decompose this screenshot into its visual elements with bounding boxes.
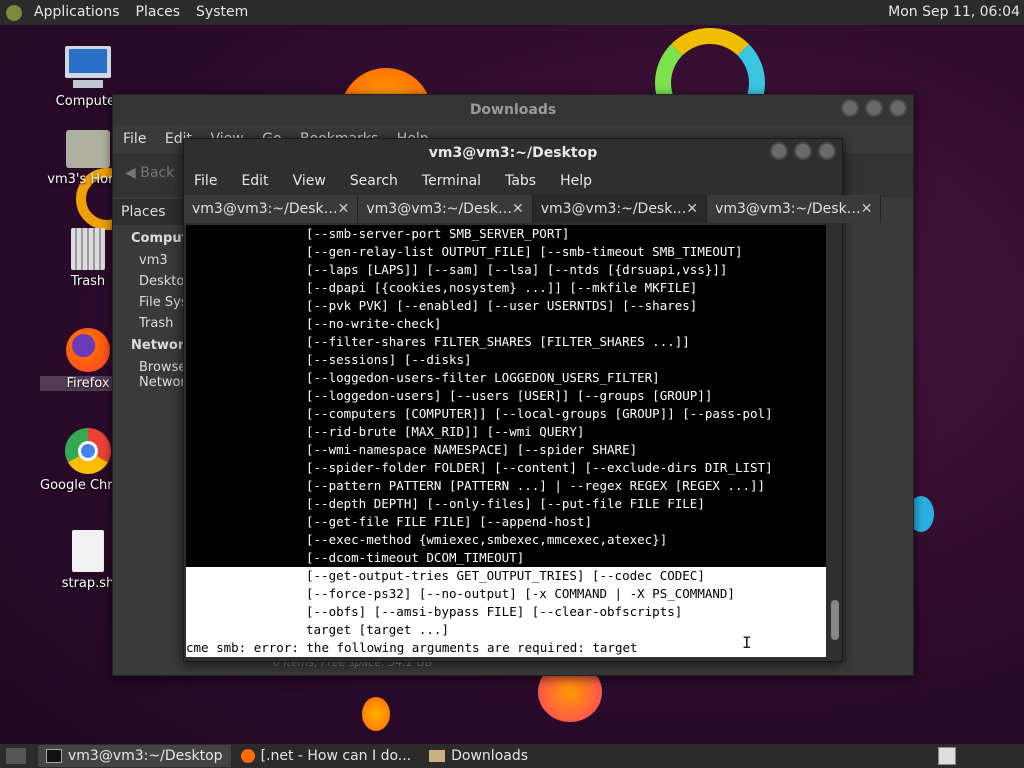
terminal-line: [--dcom-timeout DCOM_TIMEOUT]: [306, 550, 525, 565]
applications-menu[interactable]: Applications: [30, 0, 124, 25]
system-menu[interactable]: System: [192, 0, 252, 25]
tab-label: vm3@vm3:~/Desk…: [540, 201, 687, 217]
text-cursor-icon: I: [742, 633, 752, 652]
show-desktop-icon[interactable]: [6, 748, 26, 764]
menu-edit[interactable]: Edit: [241, 167, 268, 195]
terminal-line: [--wmi-namespace NAMESPACE] [--spider SH…: [306, 442, 638, 457]
menu-help[interactable]: Help: [560, 167, 592, 195]
terminal-scrollbar[interactable]: [828, 225, 842, 657]
close-button[interactable]: [818, 142, 836, 160]
task-label: Downloads: [451, 748, 529, 764]
home-folder-icon: [66, 130, 110, 168]
terminal-icon: [46, 749, 62, 763]
clock[interactable]: Mon Sep 11, 06:04: [888, 0, 1020, 25]
places-menu[interactable]: Places: [132, 0, 185, 25]
close-icon[interactable]: ✕: [686, 201, 698, 217]
folder-icon: [429, 750, 446, 762]
bottom-panel: vm3@vm3:~/Desktop [.net - How can I do..…: [0, 744, 1024, 768]
close-icon[interactable]: ✕: [861, 201, 873, 217]
terminal-line: [--computers [COMPUTER]] [--local-groups…: [306, 406, 773, 421]
terminal-titlebar[interactable]: vm3@vm3:~/Desktop: [184, 139, 842, 167]
terminal-line: [--pvk PVK] [--enabled] [--user USERNTDS…: [306, 298, 698, 313]
back-arrow-icon: ◀: [125, 165, 141, 181]
downloads-titlebar[interactable]: Downloads: [113, 95, 913, 125]
menu-view[interactable]: View: [293, 167, 326, 195]
terminal-tab-2[interactable]: vm3@vm3:~/Desk… ✕: [358, 195, 533, 223]
terminal-tab-1[interactable]: vm3@vm3:~/Desk… ✕: [184, 195, 359, 223]
terminal-line: [--get-file FILE FILE] [--append-host]: [306, 514, 592, 529]
menu-tabs[interactable]: Tabs: [505, 167, 536, 195]
task-label: [.net - How can I do...: [260, 748, 412, 764]
close-button[interactable]: [889, 99, 907, 117]
workspace-switcher[interactable]: [938, 747, 956, 765]
decorative-blob-small: [362, 697, 390, 731]
firefox-icon: [66, 328, 110, 372]
maximize-button[interactable]: [865, 99, 883, 117]
computer-icon: [65, 46, 111, 90]
terminal-line: [--filter-shares FILTER_SHARES [FILTER_S…: [306, 334, 690, 349]
menu-search[interactable]: Search: [350, 167, 398, 195]
back-button[interactable]: ◀ Back: [125, 165, 174, 181]
terminal-line: [--dpapi [{cookies,nosystem} ...]] [--mk…: [306, 280, 698, 295]
tab-label: vm3@vm3:~/Desk…: [192, 201, 338, 217]
terminal-line: [--sessions] [--disks]: [306, 352, 472, 367]
task-downloads[interactable]: Downloads: [421, 745, 536, 767]
task-firefox[interactable]: [.net - How can I do...: [233, 745, 420, 767]
menu-file[interactable]: File: [194, 167, 217, 195]
maximize-button[interactable]: [794, 142, 812, 160]
close-icon[interactable]: ✕: [512, 201, 524, 217]
tab-label: vm3@vm3:~/Desk…: [366, 201, 512, 217]
terminal-line: [--exec-method {wmiexec,smbexec,mmcexec,…: [306, 532, 668, 547]
scrollbar-thumb[interactable]: [831, 600, 839, 640]
terminal-window[interactable]: vm3@vm3:~/Desktop File Edit View Search …: [183, 138, 882, 662]
menu-file[interactable]: File: [123, 131, 146, 147]
terminal-line: [--rid-brute [MAX_RID]] [--wmi QUERY]: [306, 424, 585, 439]
close-icon[interactable]: ✕: [338, 201, 350, 217]
terminal-line: target [target ...]: [186, 621, 826, 639]
terminal-line: [--loggedon-users-filter LOGGEDON_USERS_…: [306, 370, 660, 385]
menu-terminal[interactable]: Terminal: [422, 167, 481, 195]
terminal-line: [--laps [LAPS]] [--sam] [--lsa] [--ntds …: [306, 262, 728, 277]
minimize-button[interactable]: [841, 99, 859, 117]
terminal-tab-3[interactable]: vm3@vm3:~/Desk… ✕: [532, 195, 708, 223]
terminal-error-line: cme smb: error: the following arguments …: [186, 639, 826, 657]
terminal-line: [--spider-folder FOLDER] [--content] [--…: [306, 460, 773, 475]
terminal-line: [--force-ps32] [--no-output] [-x COMMAND…: [186, 585, 826, 603]
terminal-tabbar: vm3@vm3:~/Desk… ✕ vm3@vm3:~/Desk… ✕ vm3@vm…: [184, 195, 882, 223]
terminal-line: [--get-output-tries GET_OUTPUT_TRIES] [-…: [186, 567, 826, 585]
terminal-line: [--pattern PATTERN [PATTERN ...] | --reg…: [306, 478, 766, 493]
task-label: vm3@vm3:~/Desktop: [68, 748, 223, 764]
trash-icon: [71, 228, 105, 270]
distro-logo-icon[interactable]: [6, 4, 22, 21]
window-buttons: [770, 142, 836, 160]
terminal-line: [--smb-server-port SMB_SERVER_PORT]: [306, 226, 570, 241]
terminal-line: [--obfs] [--amsi-bypass FILE] [--clear-o…: [186, 603, 826, 621]
task-terminal[interactable]: vm3@vm3:~/Desktop: [38, 745, 231, 767]
terminal-tab-4[interactable]: vm3@vm3:~/Desk… ✕: [707, 195, 882, 223]
window-buttons: [841, 99, 907, 117]
terminal-line: [--depth DEPTH] [--only-files] [--put-fi…: [306, 496, 705, 511]
tab-label: vm3@vm3:~/Desk…: [715, 201, 861, 217]
top-panel: Applications Places System Mon Sep 11, 0…: [0, 0, 1024, 25]
firefox-icon: [240, 749, 255, 763]
terminal-menubar: File Edit View Search Terminal Tabs Help: [184, 167, 842, 195]
script-file-icon: [72, 530, 104, 572]
minimize-button[interactable]: [770, 142, 788, 160]
terminal-line: [--loggedon-users] [--users [USER]] [--g…: [306, 388, 713, 403]
back-label: Back: [140, 165, 175, 181]
chrome-icon: [65, 428, 111, 474]
terminal-output[interactable]: [--smb-server-port SMB_SERVER_PORT] [--ge…: [186, 225, 826, 657]
terminal-line: [--no-write-check]: [306, 316, 442, 331]
terminal-line: [--gen-relay-list OUTPUT_FILE] [--smb-ti…: [306, 244, 743, 259]
